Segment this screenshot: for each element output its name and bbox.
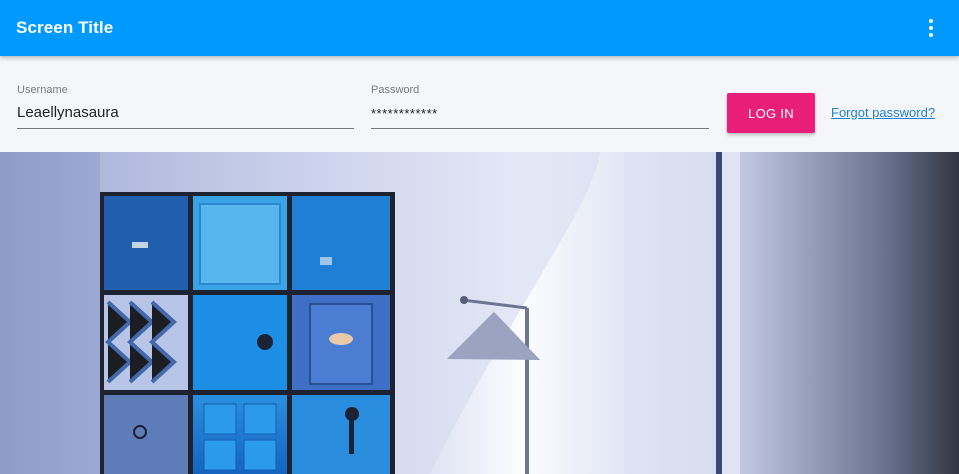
hero-illustration	[0, 152, 740, 474]
login-button[interactable]: LOG IN	[727, 93, 815, 133]
password-label: Password	[371, 84, 420, 96]
username-field: Username	[17, 82, 354, 129]
screen-title: Screen Title	[16, 18, 114, 37]
hero-image	[0, 152, 959, 474]
login-form: Username Password LOG IN Forgot password…	[0, 56, 959, 152]
username-underline	[17, 128, 354, 129]
password-input[interactable]	[371, 106, 709, 121]
forgot-password-link[interactable]: Forgot password?	[831, 105, 935, 120]
app-bar: Screen Title	[0, 0, 959, 56]
username-label: Username	[17, 84, 68, 96]
password-underline	[371, 128, 709, 129]
password-field: Password	[371, 82, 709, 129]
more-vert-icon[interactable]	[922, 16, 940, 40]
username-input[interactable]	[17, 104, 354, 121]
